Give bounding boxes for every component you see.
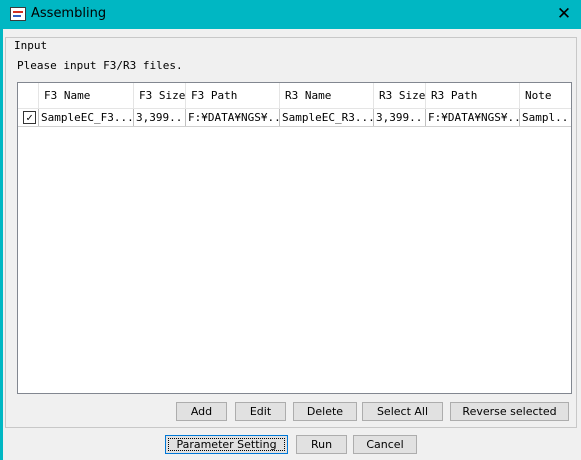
row-check-cell: ✓ xyxy=(18,109,39,126)
parameter-setting-label: Parameter Setting xyxy=(168,438,285,451)
assembling-window: Assembling ✕ Input Please input F3/R3 fi… xyxy=(0,0,581,460)
header-r3-name[interactable]: R3 Name xyxy=(280,83,374,109)
input-group: Input Please input F3/R3 files. F3 Name … xyxy=(5,37,577,428)
parameter-setting-button[interactable]: Parameter Setting xyxy=(165,435,288,454)
cell-f3-size: 3,399... xyxy=(136,109,186,126)
delete-button[interactable]: Delete xyxy=(293,402,357,421)
files-table[interactable]: F3 Name F3 Size F3 Path R3 Name R3 Size … xyxy=(17,82,572,394)
header-r3-size[interactable]: R3 Size xyxy=(374,83,426,109)
cell-f3-name: SampleEC_F3.... xyxy=(41,109,134,126)
header-note[interactable]: Note xyxy=(520,83,571,109)
header-check-column xyxy=(18,83,39,109)
header-r3-path[interactable]: R3 Path xyxy=(426,83,520,109)
edit-button[interactable]: Edit xyxy=(235,402,286,421)
cell-f3-path: F:¥DATA¥NGS¥... xyxy=(188,109,280,126)
header-f3-path[interactable]: F3 Path xyxy=(186,83,280,109)
select-all-button[interactable]: Select All xyxy=(362,402,443,421)
instruction-text: Please input F3/R3 files. xyxy=(17,59,183,72)
title-bar[interactable]: Assembling ✕ xyxy=(0,0,581,29)
table-row[interactable]: ✓ SampleEC_F3.... 3,399... F:¥DATA¥NGS¥.… xyxy=(18,109,571,127)
input-group-title: Input xyxy=(13,39,49,53)
table-header: F3 Name F3 Size F3 Path R3 Name R3 Size … xyxy=(18,83,571,109)
header-f3-name[interactable]: F3 Name xyxy=(39,83,134,109)
window-title: Assembling xyxy=(31,6,107,21)
add-button[interactable]: Add xyxy=(176,402,227,421)
cell-r3-name: SampleEC_R3.... xyxy=(282,109,374,126)
dialog-body: Input Please input F3/R3 files. F3 Name … xyxy=(3,29,581,460)
cancel-button[interactable]: Cancel xyxy=(353,435,417,454)
row-checkbox[interactable]: ✓ xyxy=(23,111,36,124)
close-icon[interactable]: ✕ xyxy=(553,4,575,24)
run-button[interactable]: Run xyxy=(296,435,347,454)
app-icon xyxy=(10,7,26,21)
cell-r3-path: F:¥DATA¥NGS¥... xyxy=(428,109,520,126)
header-f3-size[interactable]: F3 Size xyxy=(134,83,186,109)
reverse-selected-button[interactable]: Reverse selected xyxy=(450,402,569,421)
cell-r3-size: 3,399... xyxy=(376,109,426,126)
cell-note: Sampl... xyxy=(522,111,571,124)
